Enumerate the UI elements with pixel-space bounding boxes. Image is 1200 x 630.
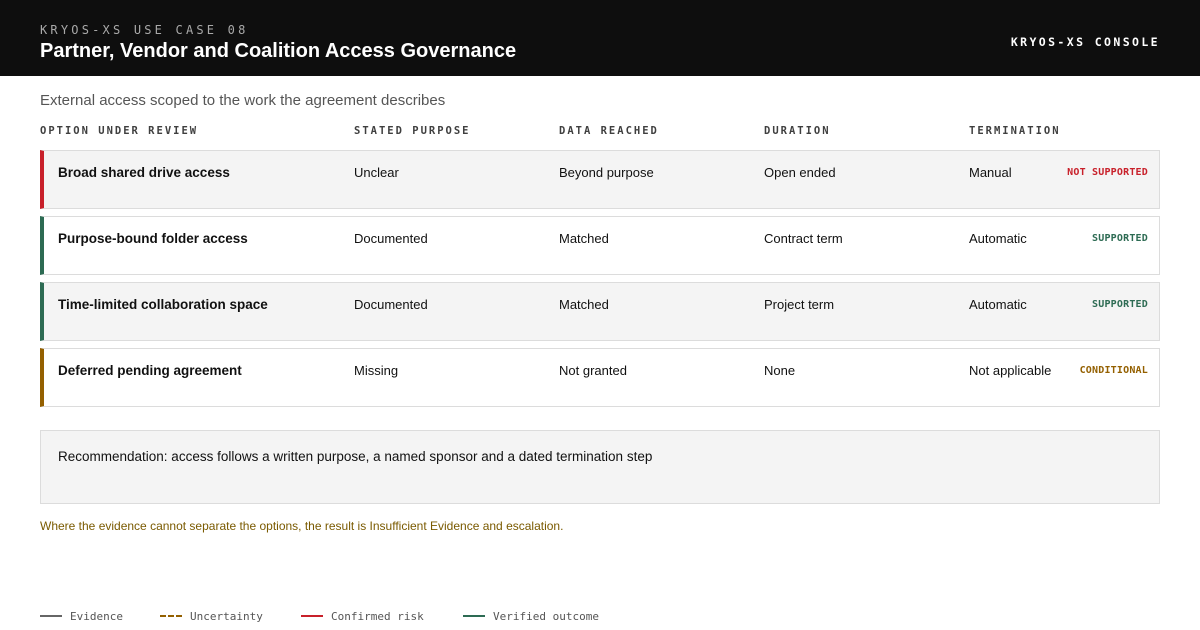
table-row[interactable]: Deferred pending agreement Missing Not g… xyxy=(40,348,1160,407)
stated-purpose: Missing xyxy=(354,363,399,378)
stated-purpose: Documented xyxy=(354,231,428,246)
header-bar: KRYOS-XS USE CASE 08 Partner, Vendor and… xyxy=(0,0,1200,76)
duration: None xyxy=(764,363,796,378)
stated-purpose: Documented xyxy=(354,297,428,312)
column-header-data: DATA REACHED xyxy=(559,125,659,137)
legend-label: Evidence xyxy=(70,609,123,623)
escalation-note: Where the evidence cannot separate the o… xyxy=(40,519,564,533)
column-header-purpose: STATED PURPOSE xyxy=(354,125,471,137)
recommendation-panel: Recommendation: access follows a written… xyxy=(40,430,1160,504)
column-header-duration: DURATION xyxy=(764,125,831,137)
termination: Manual xyxy=(969,165,1012,180)
table-row[interactable]: Time-limited collaboration space Documen… xyxy=(40,282,1160,341)
column-header-option: OPTION UNDER REVIEW xyxy=(40,125,199,137)
duration: Open ended xyxy=(764,165,836,180)
data-reached: Not granted xyxy=(559,363,627,378)
legend-item-confirmed-risk: Confirmed risk xyxy=(301,609,424,623)
table-row[interactable]: Purpose-bound folder access Documented M… xyxy=(40,216,1160,275)
option-name: Deferred pending agreement xyxy=(58,363,242,378)
option-name: Purpose-bound folder access xyxy=(58,231,248,246)
option-name: Broad shared drive access xyxy=(58,165,230,180)
status-badge: SUPPORTED xyxy=(1092,233,1148,244)
use-case-eyebrow: KRYOS-XS USE CASE 08 xyxy=(40,23,249,37)
status-badge: CONDITIONAL xyxy=(1079,365,1148,376)
duration: Contract term xyxy=(764,231,843,246)
page-subtitle: External access scoped to the work the a… xyxy=(40,92,446,109)
legend-swatch xyxy=(160,615,182,617)
legend-swatch xyxy=(40,615,62,617)
legend-label: Uncertainty xyxy=(190,609,263,623)
data-reached: Matched xyxy=(559,231,609,246)
legend-label: Verified outcome xyxy=(493,609,599,623)
termination: Not applicable xyxy=(969,363,1052,378)
data-reached: Matched xyxy=(559,297,609,312)
legend-label: Confirmed risk xyxy=(331,609,424,623)
console-label: KRYOS-XS CONSOLE xyxy=(1010,35,1160,49)
legend-item-evidence: Evidence xyxy=(40,609,123,623)
status-badge: NOT SUPPORTED xyxy=(1067,167,1148,178)
termination: Automatic xyxy=(969,231,1027,246)
legend-swatch xyxy=(301,615,323,617)
termination: Automatic xyxy=(969,297,1027,312)
legend-swatch xyxy=(463,615,485,617)
table-row[interactable]: Broad shared drive access Unclear Beyond… xyxy=(40,150,1160,209)
legend-item-uncertainty: Uncertainty xyxy=(160,609,263,623)
page-title: Partner, Vendor and Coalition Access Gov… xyxy=(40,40,517,62)
recommendation-text: Recommendation: access follows a written… xyxy=(58,449,653,464)
duration: Project term xyxy=(764,297,835,312)
legend-item-verified-outcome: Verified outcome xyxy=(463,609,599,623)
stated-purpose: Unclear xyxy=(354,165,399,180)
status-badge: SUPPORTED xyxy=(1092,299,1148,310)
option-name: Time-limited collaboration space xyxy=(58,297,268,312)
data-reached: Beyond purpose xyxy=(559,165,654,180)
column-header-termination: TERMINATION xyxy=(969,125,1061,137)
